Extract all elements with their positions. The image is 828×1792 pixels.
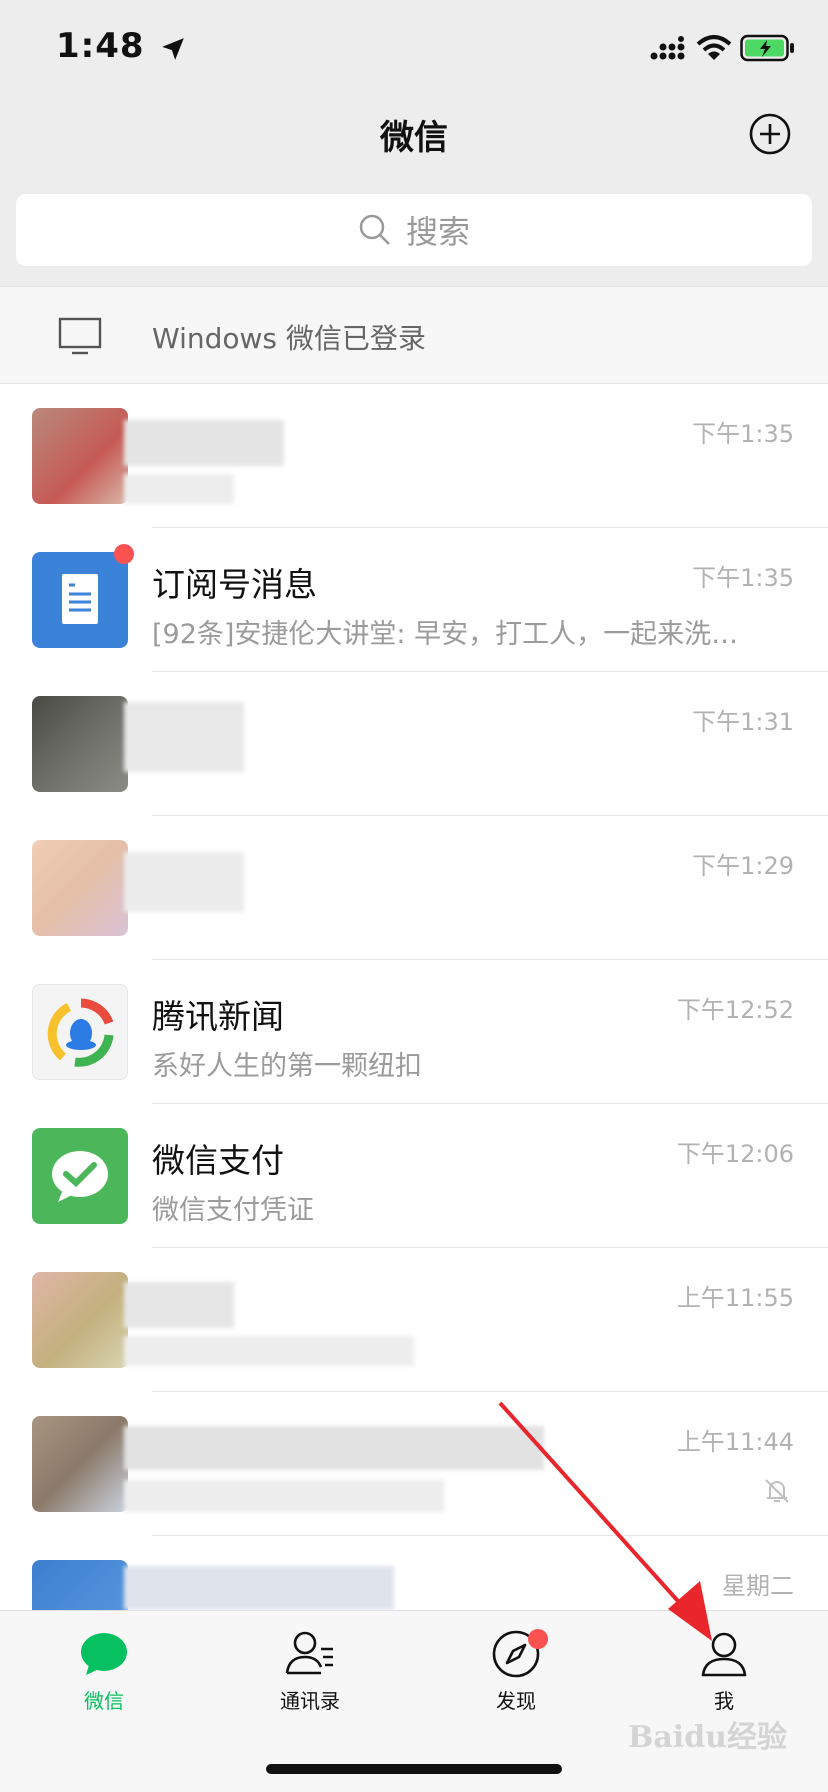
blurred-name bbox=[124, 1282, 234, 1328]
avatar bbox=[32, 408, 128, 504]
tab-label: 微信 bbox=[84, 1689, 124, 1713]
blurred-name bbox=[124, 420, 284, 466]
status-bar: 1:48 bbox=[0, 0, 828, 96]
unread-badge bbox=[114, 544, 134, 564]
wechat-pay-check-icon bbox=[52, 1151, 108, 1202]
status-time: 1:48 bbox=[56, 26, 145, 66]
chat-time: 下午12:52 bbox=[676, 996, 794, 1024]
chat-item-subscriptions[interactable]: 订阅号消息 [92条]安捷伦大讲堂: 早安，打工人，一起来洗… 下午1:35 bbox=[0, 528, 828, 672]
avatar bbox=[32, 984, 128, 1080]
page-title: 微信 bbox=[380, 118, 448, 158]
blurred-name bbox=[124, 852, 244, 912]
chat-time: 下午1:35 bbox=[692, 564, 794, 592]
chat-time: 上午11:44 bbox=[676, 1428, 794, 1456]
chat-item[interactable]: 下午1:35 bbox=[0, 384, 828, 528]
search-area: 搜索 bbox=[0, 186, 828, 286]
login-status-text: Windows 微信已登录 bbox=[152, 322, 426, 355]
chat-time: 下午12:06 bbox=[676, 1140, 794, 1168]
discover-badge bbox=[528, 1629, 548, 1649]
avatar bbox=[32, 552, 128, 648]
wifi-icon bbox=[696, 35, 732, 60]
nav-bar: 微信 bbox=[0, 96, 828, 186]
avatar bbox=[32, 696, 128, 792]
add-circle-icon[interactable] bbox=[748, 112, 792, 156]
chat-time: 星期二 bbox=[722, 1572, 794, 1600]
blurred-name bbox=[124, 1566, 394, 1610]
avatar bbox=[32, 840, 128, 936]
avatar bbox=[32, 1416, 128, 1512]
document-icon bbox=[62, 574, 98, 624]
location-arrow-icon bbox=[162, 38, 184, 60]
blurred-preview bbox=[124, 474, 234, 504]
contacts-icon bbox=[285, 1631, 333, 1675]
blurred-preview bbox=[124, 1336, 414, 1366]
tab-chats[interactable]: 微信 bbox=[24, 1627, 184, 1727]
tab-discover[interactable]: 发现 bbox=[436, 1627, 596, 1727]
windows-login-banner[interactable]: Windows 微信已登录 bbox=[0, 286, 828, 384]
blurred-preview bbox=[124, 1480, 444, 1512]
chat-name: 订阅号消息 bbox=[152, 565, 317, 604]
baidu-watermark: Baidu经验 bbox=[628, 1720, 787, 1755]
search-input[interactable]: 搜索 bbox=[16, 194, 812, 266]
chat-time: 下午1:31 bbox=[692, 708, 794, 736]
chat-bubble-icon bbox=[81, 1633, 127, 1675]
home-indicator[interactable] bbox=[266, 1764, 562, 1774]
signal-icon bbox=[650, 36, 685, 60]
chat-preview: 微信支付凭证 bbox=[152, 1195, 314, 1226]
avatar bbox=[32, 1128, 128, 1224]
tab-label: 通讯录 bbox=[280, 1689, 340, 1713]
chat-name: 腾讯新闻 bbox=[152, 997, 284, 1036]
chat-time: 下午1:29 bbox=[692, 852, 794, 880]
chat-item[interactable]: 上午11:44 bbox=[0, 1392, 828, 1536]
chat-item[interactable]: 上午11:55 bbox=[0, 1248, 828, 1392]
mute-bell-icon bbox=[765, 1479, 789, 1503]
search-icon bbox=[359, 214, 390, 245]
chat-name: 微信支付 bbox=[152, 1141, 284, 1180]
chat-preview: [92条]安捷伦大讲堂: 早安，打工人，一起来洗… bbox=[152, 619, 739, 650]
blurred-name bbox=[124, 702, 244, 772]
tab-label: 发现 bbox=[496, 1689, 536, 1713]
tencent-news-logo-icon bbox=[47, 998, 114, 1067]
search-placeholder: 搜索 bbox=[405, 213, 470, 251]
battery-charging-icon bbox=[740, 34, 794, 62]
chat-item-tencent-news[interactable]: 腾讯新闻 系好人生的第一颗纽扣 下午12:52 bbox=[0, 960, 828, 1104]
tab-label: 我 bbox=[714, 1689, 734, 1713]
tab-contacts[interactable]: 通讯录 bbox=[230, 1627, 390, 1727]
blurred-name bbox=[124, 1426, 544, 1470]
chat-time: 上午11:55 bbox=[676, 1284, 794, 1312]
chat-time: 下午1:35 bbox=[692, 420, 794, 448]
chat-item-wechat-pay[interactable]: 微信支付 微信支付凭证 下午12:06 bbox=[0, 1104, 828, 1248]
monitor-icon bbox=[58, 317, 102, 355]
chat-item[interactable]: 下午1:29 bbox=[0, 816, 828, 960]
chat-list: 下午1:35 订阅号消息 [92条]安捷伦大讲堂: 早安，打工人，一起来洗… 下… bbox=[0, 384, 828, 1680]
chat-item[interactable]: 下午1:31 bbox=[0, 672, 828, 816]
person-icon bbox=[701, 1632, 747, 1677]
chat-preview: 系好人生的第一颗纽扣 bbox=[152, 1051, 422, 1082]
avatar bbox=[32, 1272, 128, 1368]
